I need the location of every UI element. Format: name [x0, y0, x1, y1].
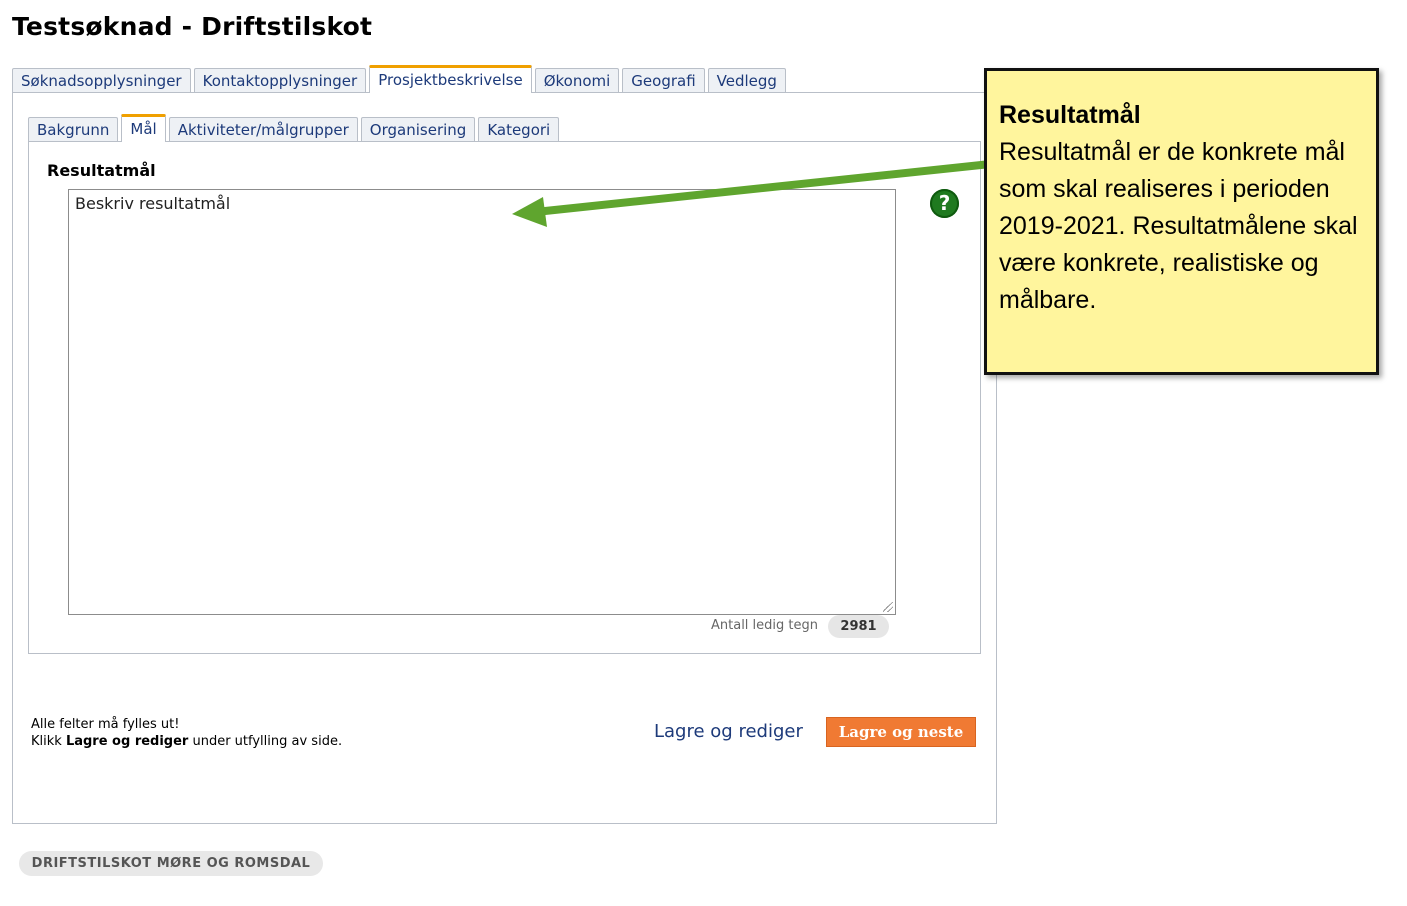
help-callout: Resultatmål Resultatmål er de konkrete m…	[984, 68, 1379, 375]
help-icon[interactable]: ?	[930, 189, 959, 218]
note-text: Klikk	[31, 734, 66, 749]
note-emphasis: Lagre og rediger	[65, 734, 189, 749]
subtab-aktiviteter-malgrupper[interactable]: Aktiviteter/målgrupper	[168, 117, 358, 141]
main-tab-bar: Søknadsopplysninger Kontaktopplysninger …	[12, 65, 786, 93]
tab-kontaktopplysninger[interactable]: Kontaktopplysninger	[193, 68, 367, 92]
subtab-mal[interactable]: Mål	[121, 114, 166, 142]
subtab-organisering[interactable]: Organisering	[360, 117, 476, 141]
subtab-bakgrunn[interactable]: Bakgrunn	[28, 117, 119, 141]
resultatmal-label: Resultatmål	[47, 161, 156, 180]
note-line-1: Alle felter må fylles ut!	[31, 717, 180, 732]
tab-prosjektbeskrivelse[interactable]: Prosjektbeskrivelse	[369, 65, 532, 93]
save-and-edit-link[interactable]: Lagre og rediger	[654, 721, 803, 742]
callout-text: Resultatmål er de konkrete mål som skal …	[999, 138, 1358, 314]
page-title: Testsøknad - Driftstilskot	[12, 12, 373, 41]
note-text: under utfylling av side.	[188, 734, 343, 749]
sub-tab-bar: Bakgrunn Mål Aktiviteter/målgrupper Orga…	[28, 114, 560, 142]
char-counter-value: 2981	[828, 615, 889, 638]
callout-title: Resultatmål	[999, 101, 1141, 129]
tab-vedlegg[interactable]: Vedlegg	[707, 68, 786, 92]
footer-badge: DRIFTSTILSKOT MØRE OG ROMSDAL	[19, 851, 323, 876]
tab-okonomi[interactable]: Økonomi	[534, 68, 620, 92]
char-counter-label: Antall ledig tegn	[711, 618, 818, 633]
subtab-kategori[interactable]: Kategori	[478, 117, 560, 141]
textarea-value: Beskriv resultatmål	[75, 194, 231, 213]
resultatmal-textarea[interactable]: Beskriv resultatmål	[68, 189, 896, 615]
note-line-2: Klikk Lagre og rediger under utfylling a…	[31, 733, 342, 750]
resize-handle-icon[interactable]	[883, 602, 893, 612]
required-fields-note: Alle felter må fylles ut! Klikk Lagre og…	[31, 716, 342, 750]
tab-geografi[interactable]: Geografi	[622, 68, 705, 92]
tab-soknadsopplysninger[interactable]: Søknadsopplysninger	[12, 68, 191, 92]
save-and-next-button[interactable]: Lagre og neste	[826, 717, 976, 747]
